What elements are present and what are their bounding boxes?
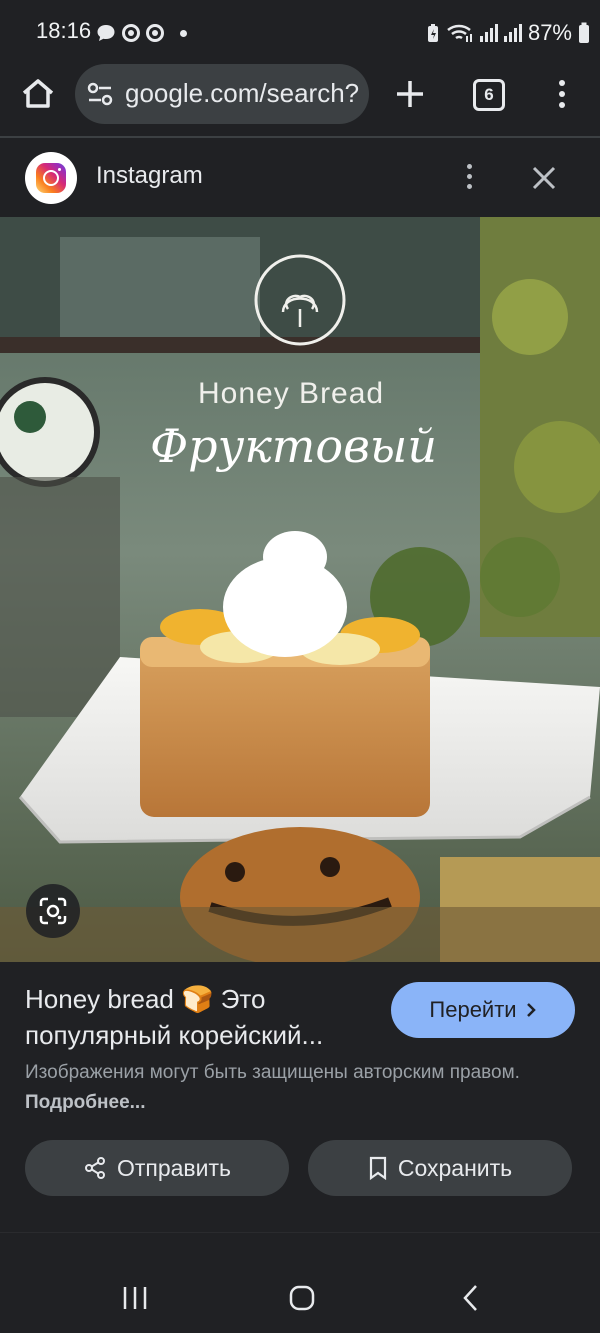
browser-menu-button[interactable]	[552, 78, 572, 112]
source-name[interactable]: Instagram	[96, 162, 203, 190]
result-image[interactable]: Honey Bread Фруктовый	[0, 217, 600, 962]
wifi-icon	[447, 24, 472, 42]
target-icon	[122, 24, 140, 42]
recents-icon	[123, 1287, 147, 1309]
home-nav-button[interactable]	[288, 1284, 316, 1312]
chevron-right-icon	[526, 1003, 536, 1017]
image-result-sheet: Instagram Honey Bread Фруктовый Honey br…	[0, 138, 600, 1223]
battery-saver-icon	[427, 24, 438, 42]
battery-percent: 87%	[527, 20, 572, 45]
more-vert-icon	[552, 78, 572, 108]
share-button[interactable]: Отправить	[25, 1140, 289, 1196]
browser-toolbar: google.com/search? 6	[0, 64, 600, 136]
share-label: Отправить	[116, 1154, 232, 1181]
photo-illustration	[0, 217, 600, 962]
status-bar: 18:16 87%	[0, 0, 600, 64]
result-title-line1: Honey bread 🍞 Это	[25, 984, 266, 1014]
tune-icon[interactable]	[87, 82, 113, 111]
image-title-line2: Фруктовый	[150, 419, 437, 473]
signal-icon	[503, 24, 522, 42]
url-text[interactable]: google.com/search?	[125, 78, 363, 109]
back-button[interactable]	[460, 1283, 482, 1313]
new-tab-button[interactable]	[393, 74, 427, 114]
lens-button[interactable]	[26, 884, 80, 938]
save-button[interactable]: Сохранить	[308, 1140, 572, 1196]
system-icons: 87%	[426, 16, 590, 50]
more-vert-icon	[463, 164, 475, 189]
back-icon	[463, 1285, 477, 1311]
target-icon	[146, 24, 164, 42]
home-button[interactable]	[18, 74, 58, 114]
tab-switcher-button[interactable]: 6	[473, 79, 505, 111]
battery-icon	[579, 22, 589, 43]
visit-button[interactable]: Перейти	[391, 982, 575, 1038]
result-title[interactable]: Honey bread 🍞 Это популярный корейский..…	[25, 981, 385, 1053]
notification-icons	[96, 20, 187, 46]
close-icon	[532, 166, 556, 190]
address-bar[interactable]: google.com/search?	[75, 64, 369, 124]
system-nav-bar	[0, 1232, 600, 1333]
share-icon	[84, 1157, 105, 1179]
status-time: 18:16	[36, 18, 92, 43]
recents-button[interactable]	[120, 1285, 150, 1311]
bookmark-icon	[369, 1156, 386, 1180]
message-icon	[97, 25, 115, 41]
home-icon	[22, 79, 54, 108]
tab-count: 6	[484, 85, 494, 104]
save-label: Сохранить	[397, 1154, 513, 1181]
visit-label: Перейти	[429, 997, 517, 1022]
result-title-line2: популярный корейский...	[25, 1020, 324, 1050]
home-nav-icon	[289, 1285, 315, 1311]
more-options-button[interactable]	[463, 164, 475, 198]
lens-icon	[39, 897, 67, 925]
copyright-text: Изображения могут быть защищены авторски…	[25, 1062, 520, 1083]
learn-more-link[interactable]: Подробнее...	[25, 1092, 145, 1113]
dot-icon	[180, 29, 187, 37]
signal-icon	[479, 24, 498, 42]
plus-icon	[397, 81, 423, 107]
image-title-line1: Honey Bread	[198, 377, 385, 410]
copyright-notice: Изображения могут быть защищены авторски…	[25, 1058, 545, 1118]
instagram-logo	[25, 152, 77, 204]
close-button[interactable]	[530, 164, 558, 192]
